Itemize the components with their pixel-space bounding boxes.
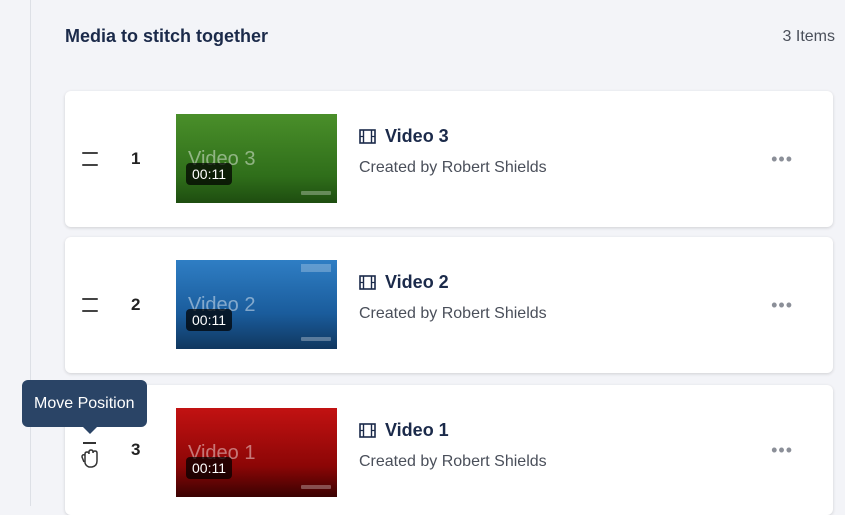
video-title-row[interactable]: Video 3 [359,126,547,147]
duration-badge: 00:11 [186,309,232,331]
item-position: 1 [131,149,141,168]
media-item-card[interactable]: 2 Video 2 00:11 Video 2 Created by Rober… [65,237,833,373]
more-options-icon[interactable]: ••• [771,150,793,168]
thumbnail-overlay [301,264,331,272]
more-options-icon[interactable]: ••• [771,296,793,314]
drag-handle-icon[interactable] [82,298,98,312]
duration-badge: 00:11 [186,163,232,185]
item-count: 3 Items [782,27,835,45]
video-title[interactable]: Video 3 [385,126,449,147]
drag-handle-icon[interactable] [82,152,98,166]
video-title[interactable]: Video 1 [385,420,449,441]
item-info: Video 1 Created by Robert Shields [359,420,547,471]
video-title[interactable]: Video 2 [385,272,449,293]
creator-label: Created by Robert Shields [359,305,547,322]
creator-label: Created by Robert Shields [359,453,547,470]
duration-badge: 00:11 [186,457,232,479]
item-info: Video 2 Created by Robert Shields [359,272,547,323]
thumbnail-control-bar [301,337,331,341]
media-item-card[interactable]: 1 Video 3 00:11 Video 3 Created by Rober… [65,91,833,227]
move-position-tooltip: Move Position [22,380,147,434]
video-thumbnail[interactable]: Video 3 00:11 [176,114,337,203]
film-icon [359,129,376,144]
item-position: 2 [131,295,141,314]
video-thumbnail[interactable]: Video 2 00:11 [176,260,337,349]
thumbnail-control-bar [301,191,331,195]
video-title-row[interactable]: Video 1 [359,420,547,441]
more-options-icon[interactable]: ••• [771,441,793,459]
item-position: 3 [131,440,141,459]
video-thumbnail[interactable]: Video 1 00:11 [176,408,337,497]
section-header: Media to stitch together 3 Items [65,26,835,47]
item-info: Video 3 Created by Robert Shields [359,126,547,177]
creator-label: Created by Robert Shields [359,159,547,176]
left-divider [30,0,31,506]
grab-hand-icon[interactable] [79,441,101,469]
media-item-card[interactable]: 3 Video 1 00:11 Video 1 Created by Rober… [65,385,833,515]
section-title: Media to stitch together [65,26,269,46]
thumbnail-control-bar [301,485,331,489]
film-icon [359,275,376,290]
video-title-row[interactable]: Video 2 [359,272,547,293]
film-icon [359,423,376,438]
